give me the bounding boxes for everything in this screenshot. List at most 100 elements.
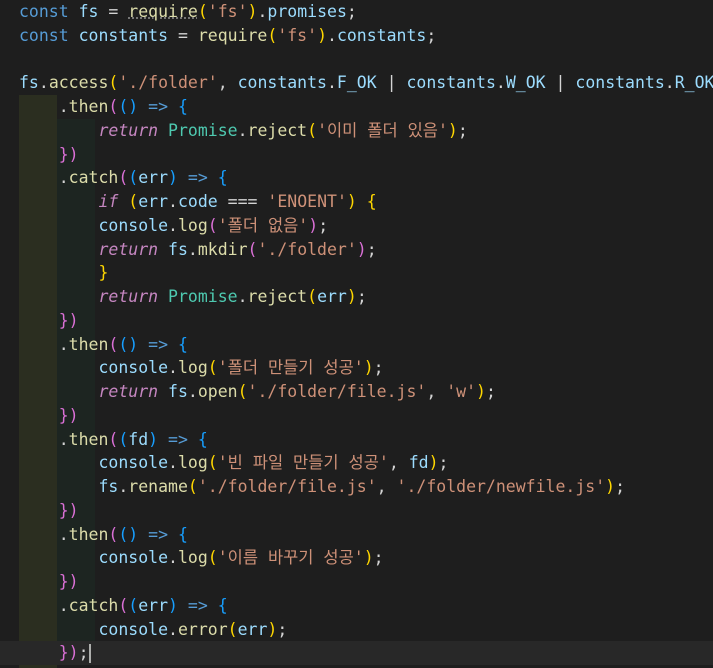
code-token: require (197, 25, 268, 45)
code-token: }) (58, 405, 79, 425)
code-token: , (426, 382, 447, 401)
code-line[interactable]: console.error(err); (0, 618, 713, 642)
code-token: then (68, 334, 109, 354)
code-token: { (197, 429, 208, 449)
code-line[interactable]: .catch((err) => { (0, 594, 713, 618)
code-token: 'fs' (277, 25, 318, 45)
code-line[interactable]: console.log('폴더 만들기 성공'); (0, 356, 713, 380)
code-line[interactable]: .then(() => { (0, 95, 713, 119)
code-token: 'ENOENT' (267, 192, 347, 211)
code-token: => (187, 168, 208, 188)
code-token: . (495, 73, 506, 93)
code-token: ) (363, 548, 374, 568)
code-token: console (98, 215, 169, 235)
code-token: ) (363, 358, 374, 378)
code-token: . (38, 73, 49, 93)
code-token: ) (267, 619, 278, 639)
code-token: ) (148, 429, 159, 449)
code-token: . (168, 453, 178, 473)
code-token: . (19, 524, 69, 544)
code-line[interactable]: }) (0, 309, 713, 333)
code-line[interactable]: }) (0, 143, 713, 167)
code-line[interactable]: return fs.open('./folder/file.js', 'w'); (0, 380, 713, 404)
code-token: . (257, 2, 268, 21)
code-token: . (168, 358, 178, 378)
code-token: constants (78, 25, 169, 45)
code-token: mkdir (197, 239, 248, 259)
code-line[interactable]: return Promise.reject('이미 폴더 있음'); (0, 119, 713, 143)
code-line[interactable]: .then(() => { (0, 333, 713, 357)
code-token: './folder/file.js' (197, 477, 377, 496)
code-line[interactable]: console.log('폴더 없음'); (0, 214, 713, 238)
code-token: ( (128, 168, 139, 188)
code-line[interactable]: }) (0, 499, 713, 523)
code-token: . (118, 477, 129, 496)
code-token: ; (457, 120, 468, 140)
code-line[interactable]: fs.access('./folder', constants.F_OK | c… (0, 71, 713, 95)
code-token: ) (308, 215, 319, 235)
code-token: ( (118, 168, 129, 188)
code-token: then (68, 524, 109, 544)
code-token: ; (485, 382, 496, 401)
code-token: './folder' (118, 73, 218, 93)
code-line[interactable]: console.log('이름 바꾸기 성공'); (0, 546, 713, 570)
code-line[interactable]: const constants = require('fs').constant… (0, 24, 713, 48)
code-token: reject (247, 120, 308, 140)
code-token: log (177, 453, 208, 473)
code-line[interactable]: .then((fd) => { (0, 428, 713, 452)
code-token: './folder/file.js' (247, 382, 427, 401)
code-token: './folder' (257, 239, 357, 259)
code-line[interactable]: fs.rename('./folder/file.js', './folder/… (0, 475, 713, 499)
code-token: const (19, 25, 79, 45)
code-line[interactable]: }) (0, 570, 713, 594)
code-token: Promise (168, 120, 238, 140)
code-token: F_OK (336, 73, 377, 93)
code-token: ( (108, 97, 119, 116)
code-token: ( (108, 334, 119, 354)
code-line[interactable]: .catch((err) => { (0, 166, 713, 190)
code-token: ; (438, 453, 449, 473)
code-line[interactable] (0, 48, 713, 72)
code-token: catch (68, 168, 119, 188)
code-line[interactable]: }); (0, 641, 713, 665)
code-editor[interactable]: const fs = require('fs').promises; const … (0, 0, 713, 668)
code-line[interactable]: const fs = require('fs').promises; (0, 0, 713, 24)
code-token: err (317, 287, 347, 306)
code-token: fd (408, 453, 429, 473)
code-token: catch (68, 595, 119, 615)
code-token: . (168, 192, 178, 211)
code-token: err (138, 595, 169, 615)
code-token: () (118, 97, 139, 116)
code-token: ) (605, 477, 616, 496)
code-token: { (366, 192, 377, 211)
code-token: promises (267, 2, 347, 21)
code-token: ; (78, 643, 89, 663)
code-token: console (98, 619, 169, 639)
code-line[interactable]: .then(() => { (0, 523, 713, 547)
code-token: ; (356, 287, 367, 306)
code-token: ( (108, 73, 119, 93)
code-line[interactable]: return fs.mkdir('./folder'); (0, 238, 713, 262)
code-token: '빈 파일 만들기 성공' (217, 453, 389, 473)
code-token: } (98, 263, 109, 283)
code-token: then (68, 97, 109, 116)
code-line[interactable]: return Promise.reject(err); (0, 285, 713, 309)
code-line[interactable]: }) (0, 404, 713, 428)
code-line[interactable]: } (0, 261, 713, 285)
code-token: }) (58, 144, 79, 164)
code-token: = (98, 2, 129, 21)
code-token: console (98, 358, 169, 378)
code-token: }) (58, 643, 79, 663)
code-line[interactable]: if (err.code === 'ENOENT') { (0, 190, 713, 214)
code-line[interactable]: console.log('빈 파일 만들기 성공', fd); (0, 451, 713, 475)
code-token: ; (615, 477, 626, 496)
code-token: ; (373, 548, 384, 568)
